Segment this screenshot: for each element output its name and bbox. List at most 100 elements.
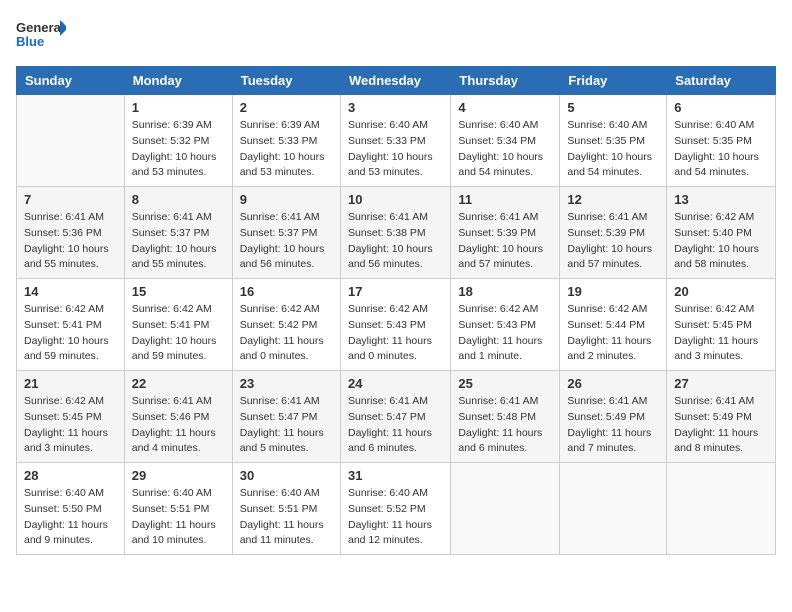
calendar-cell: 17 Sunrise: 6:42 AM Sunset: 5:43 PM Dayl…: [340, 279, 450, 371]
sunset-text: Sunset: 5:33 PM: [348, 135, 426, 147]
sunset-text: Sunset: 5:34 PM: [458, 135, 536, 147]
daylight-text: Daylight: 11 hours and 5 minutes.: [240, 427, 324, 455]
daylight-text: Daylight: 11 hours and 0 minutes.: [240, 335, 324, 363]
cell-info: Sunrise: 6:42 AM Sunset: 5:43 PM Dayligh…: [458, 302, 552, 365]
sunrise-text: Sunrise: 6:42 AM: [132, 303, 212, 315]
cell-info: Sunrise: 6:40 AM Sunset: 5:35 PM Dayligh…: [674, 118, 768, 181]
day-number: 21: [24, 376, 117, 391]
cell-info: Sunrise: 6:40 AM Sunset: 5:35 PM Dayligh…: [567, 118, 659, 181]
day-number: 30: [240, 468, 333, 483]
calendar-cell: 11 Sunrise: 6:41 AM Sunset: 5:39 PM Dayl…: [451, 187, 560, 279]
sunset-text: Sunset: 5:38 PM: [348, 227, 426, 239]
cell-info: Sunrise: 6:41 AM Sunset: 5:39 PM Dayligh…: [567, 210, 659, 273]
daylight-text: Daylight: 10 hours and 59 minutes.: [24, 335, 109, 363]
cell-info: Sunrise: 6:42 AM Sunset: 5:41 PM Dayligh…: [132, 302, 225, 365]
cell-info: Sunrise: 6:41 AM Sunset: 5:48 PM Dayligh…: [458, 394, 552, 457]
calendar-cell: 20 Sunrise: 6:42 AM Sunset: 5:45 PM Dayl…: [667, 279, 776, 371]
cell-info: Sunrise: 6:40 AM Sunset: 5:50 PM Dayligh…: [24, 486, 117, 549]
daylight-text: Daylight: 11 hours and 12 minutes.: [348, 519, 432, 547]
sunset-text: Sunset: 5:39 PM: [458, 227, 536, 239]
calendar-cell: 13 Sunrise: 6:42 AM Sunset: 5:40 PM Dayl…: [667, 187, 776, 279]
sunset-text: Sunset: 5:33 PM: [240, 135, 318, 147]
daylight-text: Daylight: 10 hours and 56 minutes.: [240, 243, 325, 271]
calendar-cell: [560, 463, 667, 555]
sunrise-text: Sunrise: 6:42 AM: [348, 303, 428, 315]
day-number: 11: [458, 192, 552, 207]
calendar-cell: 24 Sunrise: 6:41 AM Sunset: 5:47 PM Dayl…: [340, 371, 450, 463]
sunrise-text: Sunrise: 6:41 AM: [348, 211, 428, 223]
calendar-cell: [17, 95, 125, 187]
cell-info: Sunrise: 6:41 AM Sunset: 5:47 PM Dayligh…: [240, 394, 333, 457]
daylight-text: Daylight: 11 hours and 11 minutes.: [240, 519, 324, 547]
cell-info: Sunrise: 6:41 AM Sunset: 5:49 PM Dayligh…: [674, 394, 768, 457]
sunrise-text: Sunrise: 6:41 AM: [458, 211, 538, 223]
daylight-text: Daylight: 11 hours and 6 minutes.: [348, 427, 432, 455]
calendar-cell: 18 Sunrise: 6:42 AM Sunset: 5:43 PM Dayl…: [451, 279, 560, 371]
cell-info: Sunrise: 6:42 AM Sunset: 5:43 PM Dayligh…: [348, 302, 443, 365]
sunset-text: Sunset: 5:50 PM: [24, 503, 102, 515]
day-number: 20: [674, 284, 768, 299]
calendar-cell: 5 Sunrise: 6:40 AM Sunset: 5:35 PM Dayli…: [560, 95, 667, 187]
calendar-cell: [667, 463, 776, 555]
daylight-text: Daylight: 10 hours and 56 minutes.: [348, 243, 433, 271]
daylight-text: Daylight: 10 hours and 53 minutes.: [348, 151, 433, 179]
day-number: 15: [132, 284, 225, 299]
day-number: 29: [132, 468, 225, 483]
cell-info: Sunrise: 6:42 AM Sunset: 5:45 PM Dayligh…: [24, 394, 117, 457]
calendar-cell: 12 Sunrise: 6:41 AM Sunset: 5:39 PM Dayl…: [560, 187, 667, 279]
cell-info: Sunrise: 6:42 AM Sunset: 5:44 PM Dayligh…: [567, 302, 659, 365]
sunrise-text: Sunrise: 6:41 AM: [567, 211, 647, 223]
day-number: 6: [674, 100, 768, 115]
sunset-text: Sunset: 5:37 PM: [132, 227, 210, 239]
sunset-text: Sunset: 5:52 PM: [348, 503, 426, 515]
calendar-week-5: 28 Sunrise: 6:40 AM Sunset: 5:50 PM Dayl…: [17, 463, 776, 555]
daylight-text: Daylight: 10 hours and 59 minutes.: [132, 335, 217, 363]
calendar-cell: 4 Sunrise: 6:40 AM Sunset: 5:34 PM Dayli…: [451, 95, 560, 187]
daylight-text: Daylight: 11 hours and 10 minutes.: [132, 519, 216, 547]
day-number: 8: [132, 192, 225, 207]
calendar-cell: 26 Sunrise: 6:41 AM Sunset: 5:49 PM Dayl…: [560, 371, 667, 463]
day-number: 22: [132, 376, 225, 391]
calendar-cell: 2 Sunrise: 6:39 AM Sunset: 5:33 PM Dayli…: [232, 95, 340, 187]
weekday-header-monday: Monday: [124, 67, 232, 95]
calendar-cell: 28 Sunrise: 6:40 AM Sunset: 5:50 PM Dayl…: [17, 463, 125, 555]
daylight-text: Daylight: 10 hours and 53 minutes.: [132, 151, 217, 179]
calendar-cell: 6 Sunrise: 6:40 AM Sunset: 5:35 PM Dayli…: [667, 95, 776, 187]
sunset-text: Sunset: 5:44 PM: [567, 319, 645, 331]
daylight-text: Daylight: 11 hours and 3 minutes.: [24, 427, 108, 455]
sunset-text: Sunset: 5:51 PM: [240, 503, 318, 515]
cell-info: Sunrise: 6:42 AM Sunset: 5:40 PM Dayligh…: [674, 210, 768, 273]
calendar-week-3: 14 Sunrise: 6:42 AM Sunset: 5:41 PM Dayl…: [17, 279, 776, 371]
sunrise-text: Sunrise: 6:39 AM: [132, 119, 212, 131]
sunrise-text: Sunrise: 6:41 AM: [240, 395, 320, 407]
day-number: 3: [348, 100, 443, 115]
daylight-text: Daylight: 11 hours and 6 minutes.: [458, 427, 542, 455]
sunrise-text: Sunrise: 6:42 AM: [674, 211, 754, 223]
sunrise-text: Sunrise: 6:42 AM: [24, 395, 104, 407]
calendar-cell: 31 Sunrise: 6:40 AM Sunset: 5:52 PM Dayl…: [340, 463, 450, 555]
sunset-text: Sunset: 5:45 PM: [674, 319, 752, 331]
sunset-text: Sunset: 5:36 PM: [24, 227, 102, 239]
calendar-cell: 9 Sunrise: 6:41 AM Sunset: 5:37 PM Dayli…: [232, 187, 340, 279]
calendar-week-2: 7 Sunrise: 6:41 AM Sunset: 5:36 PM Dayli…: [17, 187, 776, 279]
sunrise-text: Sunrise: 6:42 AM: [458, 303, 538, 315]
weekday-header-sunday: Sunday: [17, 67, 125, 95]
daylight-text: Daylight: 11 hours and 0 minutes.: [348, 335, 432, 363]
sunset-text: Sunset: 5:32 PM: [132, 135, 210, 147]
daylight-text: Daylight: 11 hours and 9 minutes.: [24, 519, 108, 547]
cell-info: Sunrise: 6:40 AM Sunset: 5:51 PM Dayligh…: [132, 486, 225, 549]
cell-info: Sunrise: 6:41 AM Sunset: 5:39 PM Dayligh…: [458, 210, 552, 273]
calendar-cell: 16 Sunrise: 6:42 AM Sunset: 5:42 PM Dayl…: [232, 279, 340, 371]
day-number: 7: [24, 192, 117, 207]
calendar-cell: 30 Sunrise: 6:40 AM Sunset: 5:51 PM Dayl…: [232, 463, 340, 555]
sunrise-text: Sunrise: 6:42 AM: [674, 303, 754, 315]
daylight-text: Daylight: 11 hours and 2 minutes.: [567, 335, 651, 363]
cell-info: Sunrise: 6:40 AM Sunset: 5:33 PM Dayligh…: [348, 118, 443, 181]
sunrise-text: Sunrise: 6:41 AM: [567, 395, 647, 407]
cell-info: Sunrise: 6:41 AM Sunset: 5:46 PM Dayligh…: [132, 394, 225, 457]
calendar-week-1: 1 Sunrise: 6:39 AM Sunset: 5:32 PM Dayli…: [17, 95, 776, 187]
calendar-cell: 22 Sunrise: 6:41 AM Sunset: 5:46 PM Dayl…: [124, 371, 232, 463]
calendar-table: SundayMondayTuesdayWednesdayThursdayFrid…: [16, 66, 776, 555]
day-number: 24: [348, 376, 443, 391]
logo: General Blue: [16, 16, 66, 56]
